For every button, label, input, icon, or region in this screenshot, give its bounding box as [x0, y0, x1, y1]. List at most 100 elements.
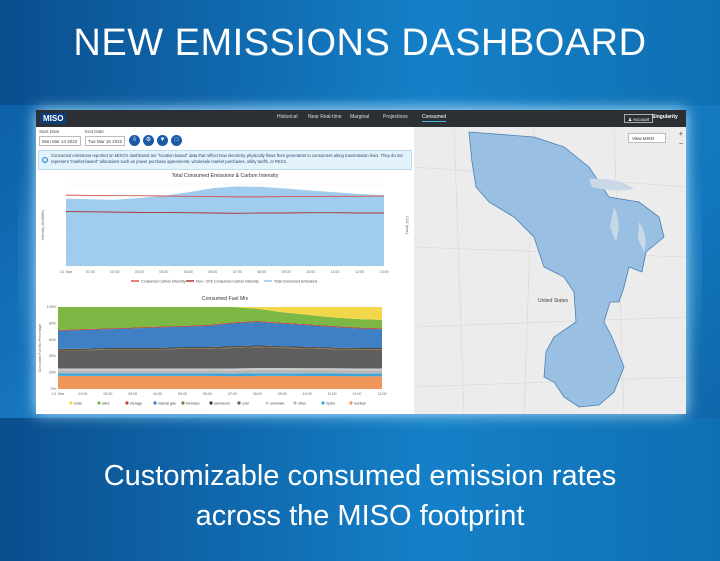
document-icon[interactable]: □ — [171, 135, 182, 146]
x-tick-label: 14. Mar — [52, 392, 65, 396]
dashboard-screenshot: MISO Historical Near Real-time Marginal … — [36, 110, 686, 414]
y-tick-label: 40% — [49, 354, 57, 358]
filter-icon[interactable]: ▼ — [157, 135, 168, 146]
caption-line-1: Customizable consumed emission rates — [103, 460, 617, 492]
y-axis-label-left: Intensity (lbs/MWh) — [41, 210, 45, 241]
x-tick-label: 02:00 — [103, 392, 112, 396]
y-tick-label: 0% — [51, 387, 57, 391]
nav-projections[interactable]: Projections — [383, 114, 408, 120]
x-tick-label: 10:00 — [303, 392, 312, 396]
fuel-mix-chart: 0% 20% 40% 60% 80% 100% 14. Mar 01:00 02:00 03:00… — [38, 305, 387, 405]
y-axis-label: Consumed Fuel Mix Percentage — [38, 324, 42, 373]
nav-consumed[interactable]: Consumed — [422, 114, 447, 122]
legend-swatch — [209, 401, 213, 405]
nav-historical[interactable]: Historical — [277, 114, 298, 120]
x-tick-label: 11:00 — [331, 270, 340, 274]
x-tick-label: 06:00 — [203, 392, 212, 396]
legend-label: Consumed Carbon Intensity — [141, 280, 186, 284]
legend-label: Total Consumed Emissions — [274, 280, 318, 284]
zoom-in-icon[interactable]: + — [679, 131, 683, 138]
x-tick-label: 08:00 — [257, 270, 266, 274]
legend-label: coal — [242, 401, 249, 405]
legend-swatch — [237, 401, 241, 405]
y-tick-label: 100% — [47, 305, 57, 309]
map-country-label: United States — [538, 298, 569, 304]
y-tick-label: 60% — [49, 338, 57, 342]
legend-label: other — [298, 401, 307, 405]
legend-swatch — [69, 401, 73, 405]
x-tick-label: 14. Mar — [60, 270, 73, 274]
legend-swatch — [153, 401, 157, 405]
miso-logo[interactable]: MISO — [40, 113, 67, 124]
fuel-area-hydro — [58, 373, 382, 377]
chart1-title: Total Consumed Emissions & Carbon Intens… — [171, 173, 279, 179]
legend-swatch — [181, 401, 185, 405]
legend-label: hydro — [326, 401, 335, 405]
legend-swatch — [349, 401, 353, 405]
start-date-input[interactable]: Mon Mar 14 2022 — [39, 136, 81, 146]
legend-swatch — [265, 401, 269, 405]
legend-label: natural gas — [158, 401, 176, 405]
x-tick-label: 04:00 — [153, 392, 162, 396]
end-date-label: End Date — [85, 129, 104, 134]
x-tick-label: 01:00 — [78, 392, 87, 396]
legend-label: unknown — [270, 401, 284, 405]
x-tick-label: 07:00 — [228, 392, 237, 396]
series-area-total-emissions — [66, 186, 384, 266]
legend-swatch — [97, 401, 101, 405]
emissions-intensity-chart: 14. Mar 01:00 02:00 03:00 04:00 05:00 06:00 07:… — [41, 183, 409, 284]
partner-brand: Singularity — [652, 114, 678, 120]
x-tick-label: 09:00 — [278, 392, 287, 396]
x-tick-label: 08:00 — [253, 392, 262, 396]
x-tick-label: 10:00 — [306, 270, 315, 274]
x-tick-label: 12:00 — [355, 270, 364, 274]
top-navbar: MISO Historical Near Real-time Marginal … — [36, 110, 686, 127]
account-label: Account — [633, 117, 650, 122]
nav-marginal[interactable]: Marginal — [350, 114, 369, 120]
location-based-notice: i Consumed emissions reported on MISO's … — [38, 150, 412, 170]
x-tick-label: 11:00 — [328, 392, 337, 396]
legend-swatch — [321, 401, 325, 405]
legend-label: Non - CFE Consumed Carbon Intensity — [196, 280, 259, 284]
legend-swatch — [293, 401, 297, 405]
legend-swatch — [125, 401, 129, 405]
legend-label: petroleum — [214, 401, 230, 405]
caption-line-2: across the MISO footprint — [195, 500, 525, 532]
nav-near-real-time[interactable]: Near Real-time — [308, 114, 342, 120]
banner-headline: NEW EMISSIONS DASHBOARD — [73, 22, 647, 64]
end-date-input[interactable]: Tue Mar 15 2022 — [85, 136, 125, 146]
zoom-out-icon[interactable]: − — [679, 141, 683, 148]
fuel-area-coal — [58, 347, 382, 369]
x-tick-label: 06:00 — [208, 270, 217, 274]
map-svg — [413, 126, 686, 414]
x-tick-label: 03:00 — [128, 392, 137, 396]
x-tick-label: 05:00 — [178, 392, 187, 396]
x-tick-label: 03:00 — [135, 270, 144, 274]
fuel-area-nuclear — [58, 375, 382, 389]
banner-caption: Customizable consumed emission rates acr… — [0, 456, 720, 536]
y-axis-label-right: CO2 (tons) — [405, 216, 409, 234]
x-tick-label: 04:00 — [159, 270, 168, 274]
x-tick-label: 12:00 — [353, 392, 362, 396]
fuel-area-other — [58, 369, 382, 374]
y-tick-label: 20% — [49, 371, 57, 375]
miso-footprint-region[interactable] — [468, 131, 665, 408]
chart2-title: Consumed Fuel Mix — [201, 296, 249, 302]
legend-label: nuclear — [354, 401, 367, 405]
x-tick-label: 09:00 — [282, 270, 291, 274]
account-button[interactable]: ♟ Account — [624, 114, 654, 123]
legend-label: wind — [102, 401, 109, 405]
notice-text: Consumed emissions reported on MISO's da… — [51, 153, 403, 164]
start-date-label: Start Date — [39, 129, 60, 134]
miso-map[interactable]: View MISO + − United States — [413, 126, 686, 414]
x-tick-label: 13:00 — [380, 270, 389, 274]
x-tick-label: 01:00 — [86, 270, 95, 274]
legend-label: biomass — [186, 401, 200, 405]
x-tick-label: 02:00 — [110, 270, 119, 274]
view-select[interactable]: View MISO — [628, 133, 666, 143]
download-icon[interactable]: ⇩ — [129, 135, 140, 146]
gear-icon[interactable]: ⚙ — [143, 135, 154, 146]
x-tick-label: 07:00 — [233, 270, 242, 274]
x-tick-label: 05:00 — [184, 270, 193, 274]
date-controls: Start Date Mon Mar 14 2022 End Date Tue … — [36, 127, 414, 149]
